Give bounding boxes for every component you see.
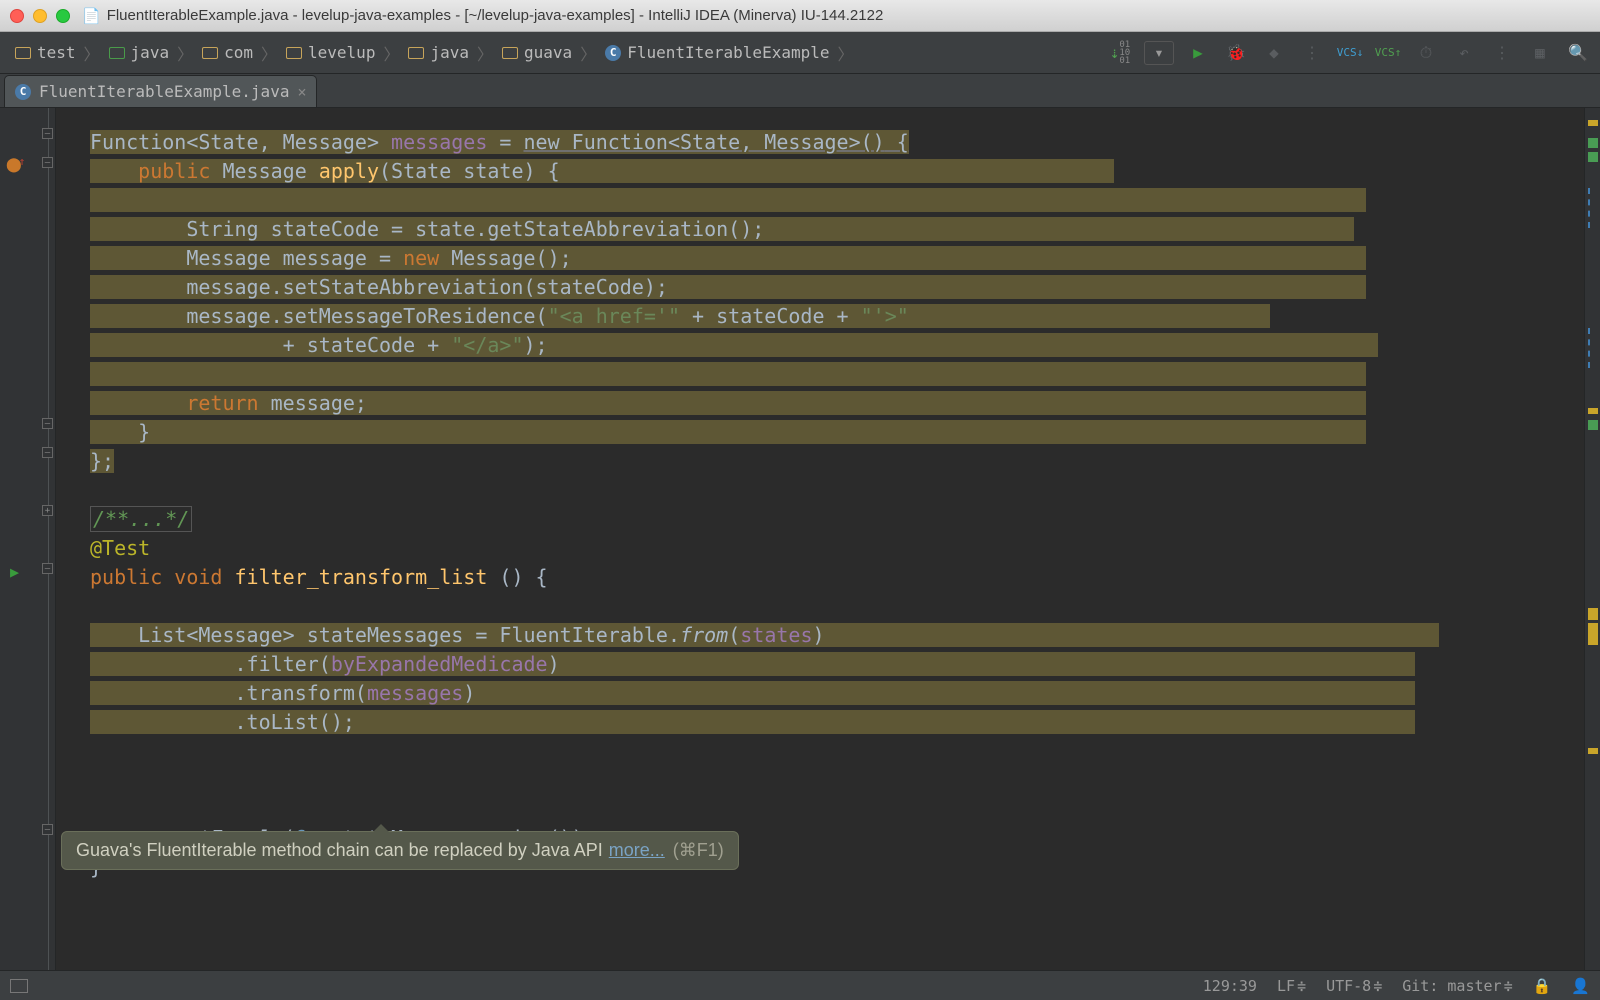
- file-encoding[interactable]: UTF-8≑: [1326, 977, 1382, 995]
- breadcrumb-label: levelup: [308, 43, 375, 62]
- gutter[interactable]: – ⬤↑ – – – + ▶ – –: [0, 108, 56, 970]
- breadcrumb-java2[interactable]: java: [401, 43, 475, 62]
- breadcrumb-label: guava: [524, 43, 572, 62]
- tooltip-more-link[interactable]: more...: [609, 840, 665, 861]
- editor-tabs: C FluentIterableExample.java ×: [0, 74, 1600, 108]
- fold-toggle[interactable]: –: [42, 418, 53, 429]
- tab-label: FluentIterableExample.java: [39, 82, 289, 101]
- search-icon[interactable]: 🔍: [1564, 39, 1592, 67]
- breadcrumb-label: java: [131, 43, 170, 62]
- tool-window-icon[interactable]: [10, 979, 28, 993]
- vcs-commit-button[interactable]: VCS↑: [1374, 39, 1402, 67]
- breadcrumb-class[interactable]: CFluentIterableExample: [598, 43, 835, 62]
- close-window-button[interactable]: [10, 9, 24, 23]
- editor: – ⬤↑ – – – + ▶ – – Function<State, Messa…: [0, 108, 1600, 970]
- class-icon: C: [15, 84, 31, 100]
- undo-icon[interactable]: ↶: [1450, 39, 1478, 67]
- git-branch[interactable]: Git: master≑: [1402, 977, 1512, 995]
- navigation-bar: test 〉 java 〉 com 〉 levelup 〉 java 〉 guava 〉 C…: [0, 32, 1600, 74]
- vcs-update-button[interactable]: VCS↓: [1336, 39, 1364, 67]
- fold-toggle[interactable]: –: [42, 157, 53, 168]
- breadcrumb-test[interactable]: test: [8, 43, 82, 62]
- maximize-window-button[interactable]: [56, 9, 70, 23]
- chevron-right-icon: 〉: [838, 41, 854, 65]
- breadcrumb-label: java: [430, 43, 469, 62]
- chevron-right-icon: 〉: [477, 41, 493, 65]
- status-bar: 129:39 LF≑ UTF-8≑ Git: master≑ 🔒 👤: [0, 970, 1600, 1000]
- tooltip-text: Guava's FluentIterable method chain can …: [76, 840, 603, 861]
- window-title: FluentIterableExample.java - levelup-jav…: [107, 7, 884, 24]
- file-icon: 📄: [82, 7, 101, 25]
- read-only-toggle[interactable]: 🔒: [1533, 977, 1552, 995]
- chevron-right-icon: 〉: [580, 41, 596, 65]
- title-bar: 📄 FluentIterableExample.java - levelup-j…: [0, 0, 1600, 32]
- close-tab-icon[interactable]: ×: [297, 83, 306, 101]
- breadcrumb-label: test: [37, 43, 76, 62]
- toolbar: ⇣011001 ▾ ▶ 🐞 ◆ ⋮ VCS↓ VCS↑ ⏱ ↶ ⋮ ▦ 🔍: [1094, 39, 1592, 67]
- breadcrumb-guava[interactable]: guava: [495, 43, 578, 62]
- chevron-right-icon: 〉: [177, 41, 193, 65]
- run-config-select[interactable]: ▾: [1144, 41, 1174, 65]
- toolbar-separator: ⋮: [1488, 39, 1516, 67]
- cursor-position[interactable]: 129:39: [1203, 977, 1257, 995]
- minimize-window-button[interactable]: [33, 9, 47, 23]
- chevron-right-icon: 〉: [261, 41, 277, 65]
- toolbar-separator: ⋮: [1298, 39, 1326, 67]
- stopwatch-icon[interactable]: ⏱: [1412, 39, 1440, 67]
- coverage-button[interactable]: ◆: [1260, 39, 1288, 67]
- fold-toggle-collapsed[interactable]: +: [42, 505, 53, 516]
- code-area[interactable]: Function<State, Message> messages = new …: [56, 108, 1584, 970]
- tooltip-shortcut: (⌘F1): [673, 840, 724, 861]
- inspection-tooltip: Guava's FluentIterable method chain can …: [61, 831, 739, 870]
- breadcrumb: test 〉 java 〉 com 〉 levelup 〉 java 〉 guava 〉 C…: [8, 41, 1094, 65]
- warning-icon[interactable]: ⬤↑: [6, 157, 28, 173]
- window-controls: [10, 9, 70, 23]
- breadcrumb-label: FluentIterableExample: [627, 43, 829, 62]
- breadcrumb-label: com: [224, 43, 253, 62]
- run-gutter-icon[interactable]: ▶: [10, 563, 19, 581]
- fold-toggle[interactable]: –: [42, 128, 53, 139]
- error-stripe[interactable]: [1584, 108, 1600, 970]
- chevron-right-icon: 〉: [383, 41, 399, 65]
- breadcrumb-com[interactable]: com: [195, 43, 259, 62]
- fold-toggle[interactable]: –: [42, 447, 53, 458]
- line-separator[interactable]: LF≑: [1277, 977, 1306, 995]
- fold-toggle[interactable]: –: [42, 824, 53, 835]
- fold-toggle[interactable]: –: [42, 563, 53, 574]
- chevron-right-icon: 〉: [84, 41, 100, 65]
- structure-icon[interactable]: ▦: [1526, 39, 1554, 67]
- inspection-indicator[interactable]: 👤: [1571, 977, 1590, 995]
- breadcrumb-java[interactable]: java: [102, 43, 176, 62]
- debug-button[interactable]: 🐞: [1222, 39, 1250, 67]
- build-icon[interactable]: ⇣011001: [1106, 39, 1134, 67]
- run-button[interactable]: ▶: [1184, 39, 1212, 67]
- breadcrumb-levelup[interactable]: levelup: [279, 43, 381, 62]
- tab-fluentiterableexample[interactable]: C FluentIterableExample.java ×: [4, 75, 317, 107]
